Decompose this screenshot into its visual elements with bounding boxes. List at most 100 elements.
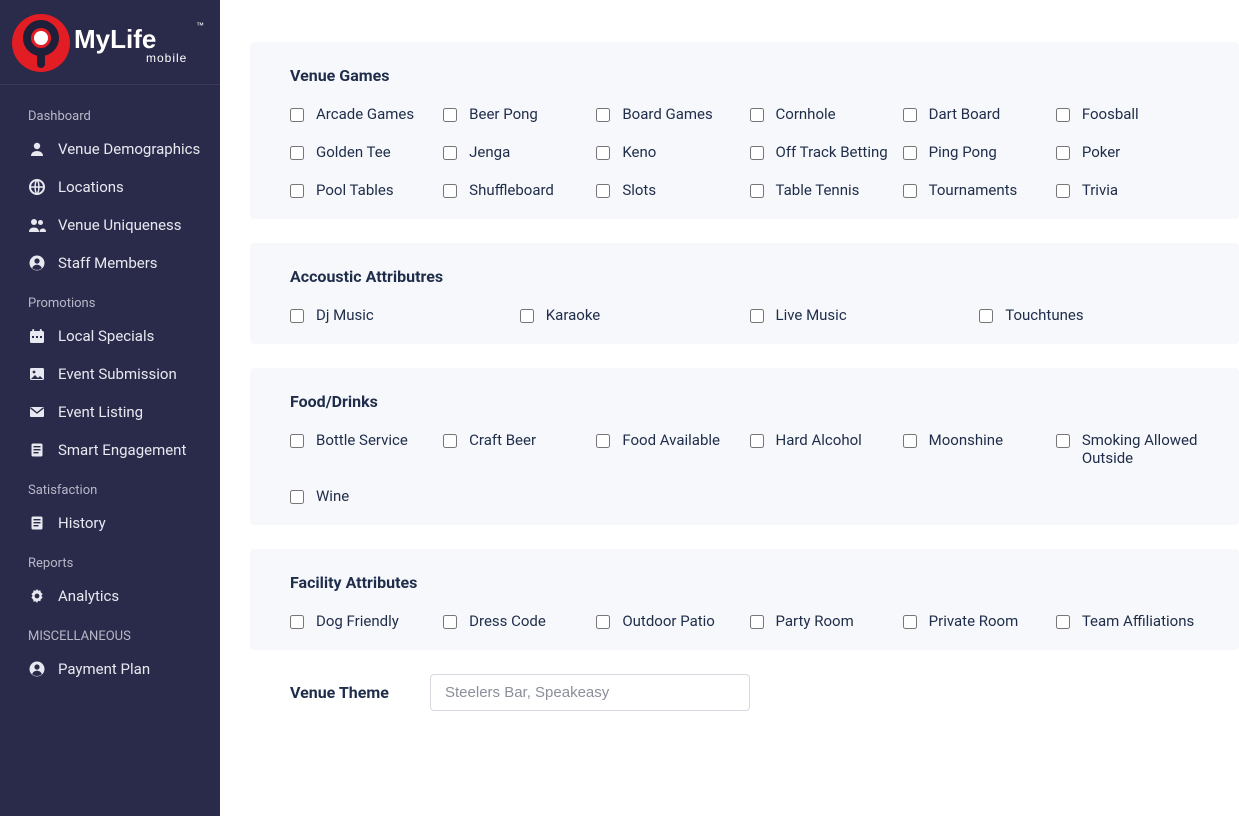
sidebar-item-label: Staff Members [58, 254, 158, 272]
checkbox-item[interactable]: Karaoke [520, 306, 740, 324]
checkbox-input[interactable] [750, 184, 764, 198]
checkbox-item[interactable]: Moonshine [903, 431, 1046, 467]
sidebar-item[interactable]: Locations [0, 168, 220, 206]
checkbox-input[interactable] [1056, 184, 1070, 198]
checkbox-label: Foosball [1082, 105, 1139, 123]
checkbox-item[interactable]: Wine [290, 487, 433, 505]
checkbox-item[interactable]: Off Track Betting [750, 143, 893, 161]
checkbox-item[interactable]: Dj Music [290, 306, 510, 324]
checkbox-item[interactable]: Dog Friendly [290, 612, 433, 630]
sidebar-item-label: History [58, 514, 106, 532]
checkbox-label: Touchtunes [1005, 306, 1083, 324]
checkbox-item[interactable]: Craft Beer [443, 431, 586, 467]
checkbox-item[interactable]: Private Room [903, 612, 1046, 630]
checkbox-grid: Dog Friendly Dress Code Outdoor Patio Party… [290, 612, 1199, 630]
checkbox-item[interactable]: Cornhole [750, 105, 893, 123]
sidebar-item[interactable]: Event Listing [0, 393, 220, 431]
checkbox-input[interactable] [903, 434, 917, 448]
checkbox-input[interactable] [443, 184, 457, 198]
checkbox-item[interactable]: Hard Alcohol [750, 431, 893, 467]
checkbox-input[interactable] [596, 434, 610, 448]
sidebar-item[interactable]: Staff Members [0, 244, 220, 282]
checkbox-item[interactable]: Shuffleboard [443, 181, 586, 199]
checkbox-input[interactable] [290, 108, 304, 122]
checkbox-input[interactable] [1056, 108, 1070, 122]
checkbox-input[interactable] [290, 146, 304, 160]
checkbox-input[interactable] [290, 309, 304, 323]
checkbox-item[interactable]: Outdoor Patio [596, 612, 739, 630]
sidebar-item[interactable]: History [0, 504, 220, 542]
checkbox-input[interactable] [520, 309, 534, 323]
checkbox-input[interactable] [443, 615, 457, 629]
checkbox-item[interactable]: Jenga [443, 143, 586, 161]
sidebar-item-label: Venue Uniqueness [58, 216, 182, 234]
checkbox-item[interactable]: Team Affiliations [1056, 612, 1199, 630]
checkbox-item[interactable]: Beer Pong [443, 105, 586, 123]
checkbox-input[interactable] [1056, 434, 1070, 448]
checkbox-input[interactable] [290, 184, 304, 198]
checkbox-input[interactable] [750, 309, 764, 323]
svg-text:mobile: mobile [146, 51, 187, 65]
checkbox-input[interactable] [596, 108, 610, 122]
image-icon [28, 366, 46, 382]
checkbox-input[interactable] [596, 184, 610, 198]
sidebar: MyLife ™ mobile DashboardVenue Demograph… [0, 0, 220, 816]
checkbox-input[interactable] [1056, 615, 1070, 629]
checkbox-input[interactable] [903, 108, 917, 122]
checkbox-input[interactable] [596, 615, 610, 629]
sidebar-item[interactable]: Local Specials [0, 317, 220, 355]
checkbox-input[interactable] [903, 184, 917, 198]
checkbox-item[interactable]: Foosball [1056, 105, 1199, 123]
sidebar-item-label: Local Specials [58, 327, 154, 345]
checkbox-input[interactable] [443, 108, 457, 122]
checkbox-input[interactable] [750, 615, 764, 629]
checkbox-item[interactable]: Bottle Service [290, 431, 433, 467]
sidebar-item[interactable]: Analytics [0, 577, 220, 615]
checkbox-label: Party Room [776, 612, 854, 630]
checkbox-item[interactable]: Tournaments [903, 181, 1046, 199]
checkbox-item[interactable]: Golden Tee [290, 143, 433, 161]
sidebar-item[interactable]: Event Submission [0, 355, 220, 393]
checkbox-input[interactable] [443, 146, 457, 160]
checkbox-item[interactable]: Live Music [750, 306, 970, 324]
sidebar-item[interactable]: Venue Demographics [0, 130, 220, 168]
checkbox-item[interactable]: Ping Pong [903, 143, 1046, 161]
checkbox-input[interactable] [750, 108, 764, 122]
checkbox-item[interactable]: Food Available [596, 431, 739, 467]
venue-theme-input[interactable] [430, 674, 750, 711]
checkbox-input[interactable] [903, 615, 917, 629]
sidebar-item[interactable]: Payment Plan [0, 650, 220, 688]
checkbox-item[interactable]: Pool Tables [290, 181, 433, 199]
checkbox-item[interactable]: Party Room [750, 612, 893, 630]
checkbox-item[interactable]: Board Games [596, 105, 739, 123]
sidebar-item-label: Analytics [58, 587, 119, 605]
checkbox-item[interactable]: Poker [1056, 143, 1199, 161]
section-card: Accoustic AttributresDj MusicKaraokeLive… [250, 243, 1239, 344]
checkbox-item[interactable]: Dart Board [903, 105, 1046, 123]
checkbox-input[interactable] [290, 490, 304, 504]
sidebar-item[interactable]: Venue Uniqueness [0, 206, 220, 244]
checkbox-input[interactable] [750, 146, 764, 160]
checkbox-input[interactable] [903, 146, 917, 160]
checkbox-input[interactable] [979, 309, 993, 323]
checkbox-input[interactable] [443, 434, 457, 448]
checkbox-input[interactable] [750, 434, 764, 448]
checkbox-input[interactable] [290, 434, 304, 448]
checkbox-item[interactable]: Slots [596, 181, 739, 199]
sidebar-item-label: Locations [58, 178, 124, 196]
checkbox-item[interactable]: Arcade Games [290, 105, 433, 123]
main-content: Venue Games Arcade Games Beer Pong Board Ga… [220, 0, 1239, 816]
checkbox-label: Shuffleboard [469, 181, 554, 199]
checkbox-item[interactable]: Trivia [1056, 181, 1199, 199]
checkbox-item[interactable]: Dress Code [443, 612, 586, 630]
section-title: Venue Games [290, 66, 1199, 85]
checkbox-item[interactable]: Smoking Allowed Outside [1056, 431, 1199, 467]
checkbox-input[interactable] [1056, 146, 1070, 160]
checkbox-input[interactable] [290, 615, 304, 629]
checkbox-item[interactable]: Table Tennis [750, 181, 893, 199]
sidebar-item[interactable]: Smart Engagement [0, 431, 220, 469]
checkbox-item[interactable]: Touchtunes [979, 306, 1199, 324]
checkbox-item[interactable]: Keno [596, 143, 739, 161]
checkbox-label: Keno [622, 143, 656, 161]
checkbox-input[interactable] [596, 146, 610, 160]
